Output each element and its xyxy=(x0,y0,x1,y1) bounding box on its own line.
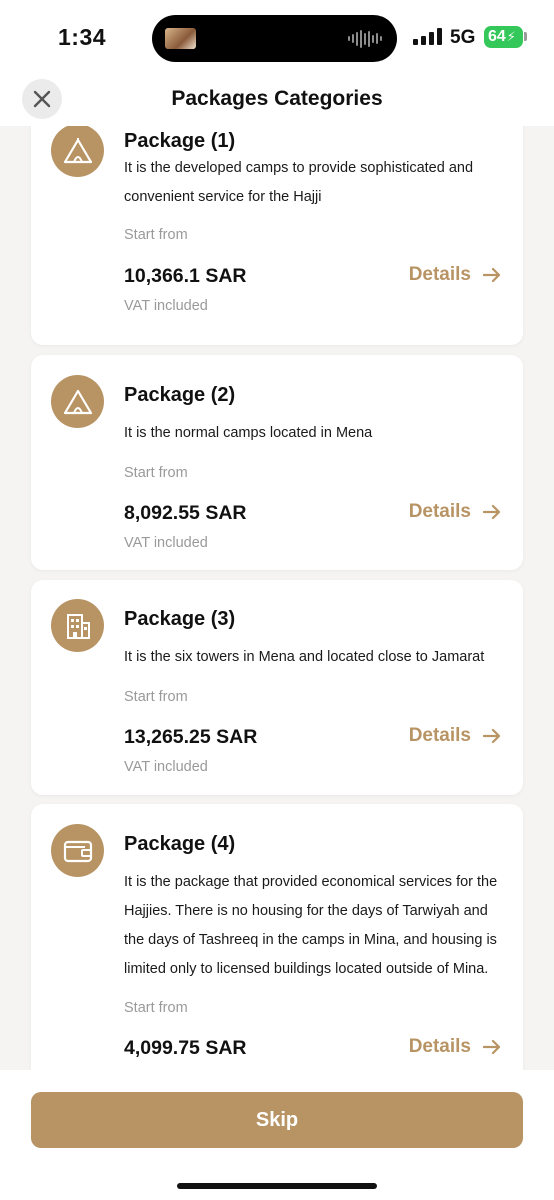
audio-waveform-icon xyxy=(348,29,382,48)
package-card-3[interactable]: Package (3) It is the six towers in Mena… xyxy=(31,580,523,795)
dynamic-island[interactable] xyxy=(152,15,397,62)
details-label: Details xyxy=(408,725,471,746)
vat-label: VAT included xyxy=(124,535,208,551)
now-playing-thumbnail xyxy=(165,28,196,49)
package-description: It is the six towers in Mena and located… xyxy=(124,649,485,665)
building-icon xyxy=(51,599,104,652)
details-label: Details xyxy=(408,264,471,285)
cellular-signal-icon xyxy=(413,28,442,45)
package-description: It is the normal camps located in Mena xyxy=(124,425,373,441)
details-link[interactable]: Details xyxy=(409,725,501,747)
package-price: 8,092.55 SAR xyxy=(124,502,247,524)
bottom-bar: Skip xyxy=(0,1070,554,1200)
package-title: Package (2) xyxy=(124,384,236,406)
skip-button[interactable]: Skip xyxy=(31,1092,523,1148)
start-from-label: Start from xyxy=(124,1000,188,1016)
status-time: 1:34 xyxy=(58,24,107,50)
battery-level: 64 xyxy=(488,28,506,45)
tent-icon xyxy=(51,126,104,177)
details-label: Details xyxy=(408,501,471,522)
header: Packages Categories xyxy=(0,76,554,126)
details-link[interactable]: Details xyxy=(409,264,501,286)
package-description: It is the package that provided economic… xyxy=(124,874,498,977)
package-card-4[interactable]: Package (4) It is the package that provi… xyxy=(31,804,523,1070)
arrow-right-icon xyxy=(483,267,501,283)
start-from-label: Start from xyxy=(124,465,188,481)
arrow-right-icon xyxy=(483,504,501,520)
vat-label: VAT included xyxy=(124,759,208,775)
package-list[interactable]: Package (1) It is the developed camps to… xyxy=(0,126,554,1070)
package-price: 13,265.25 SAR xyxy=(124,726,258,748)
status-bar: 1:34 5G 64 ⚡ xyxy=(0,0,554,76)
package-card-2[interactable]: Package (2) It is the normal camps locat… xyxy=(31,355,523,570)
home-indicator[interactable] xyxy=(177,1183,377,1189)
vat-label: VAT included xyxy=(124,298,208,314)
arrow-right-icon xyxy=(483,1039,501,1055)
details-link[interactable]: Details xyxy=(409,501,501,523)
start-from-label: Start from xyxy=(124,689,188,705)
start-from-label: Start from xyxy=(124,227,188,243)
package-title: Package (3) xyxy=(124,608,236,630)
wallet-icon xyxy=(51,824,104,877)
battery-icon: 64 ⚡ xyxy=(484,26,523,48)
package-card-1[interactable]: Package (1) It is the developed camps to… xyxy=(31,126,523,345)
package-price: 4,099.75 SAR xyxy=(124,1037,247,1059)
page-title: Packages Categories xyxy=(171,87,383,110)
battery-nub xyxy=(524,32,527,41)
package-price: 10,366.1 SAR xyxy=(124,265,247,287)
charging-bolt-icon: ⚡ xyxy=(506,29,516,44)
details-link[interactable]: Details xyxy=(409,1036,501,1058)
tent-icon xyxy=(51,375,104,428)
package-description: It is the developed camps to provide sop… xyxy=(124,160,474,205)
network-type: 5G xyxy=(450,27,476,48)
package-title: Package (4) xyxy=(124,833,236,855)
details-label: Details xyxy=(408,1036,471,1057)
package-title: Package (1) xyxy=(124,130,236,152)
arrow-right-icon xyxy=(483,728,501,744)
